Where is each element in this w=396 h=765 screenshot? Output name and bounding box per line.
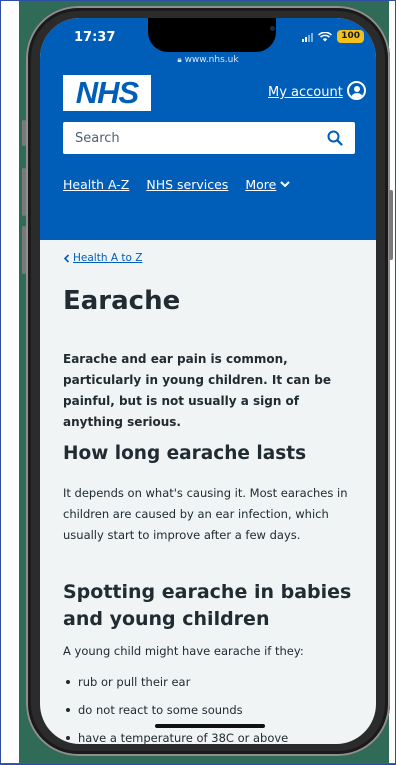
section-intro-spotting: A young child might have earache if they… [63, 644, 304, 658]
camera-dot [270, 26, 275, 31]
nhs-logo[interactable]: NHS [63, 75, 151, 111]
home-indicator[interactable] [155, 724, 265, 728]
lock-icon: 🔒︎ [177, 55, 182, 64]
section-heading-duration: How long earache lasts [63, 443, 307, 464]
breadcrumb-label: Health A to Z [73, 252, 143, 264]
nhs-header: 17:37 100 🔒︎ www.nhs.uk NHS My account S… [40, 18, 376, 240]
phone-screen: 17:37 100 🔒︎ www.nhs.uk NHS My account S… [40, 18, 376, 744]
nav-nhs-services[interactable]: NHS services [146, 177, 228, 192]
search-input[interactable] [63, 129, 317, 147]
camera-notch [148, 18, 276, 52]
lede-paragraph: Earache and ear pain is common, particul… [63, 352, 331, 429]
main-nav: Health A-Z NHS services More [63, 177, 291, 192]
left-margin [1, 1, 19, 763]
section-heading-spotting: Spotting earache in babies and young chi… [63, 581, 352, 630]
list-item: do not react to some sounds [63, 696, 288, 724]
page-title: Earache [63, 286, 181, 316]
chevron-left-icon [63, 253, 70, 263]
nav-more-label: More [245, 177, 277, 192]
search-button[interactable] [315, 122, 355, 154]
mute-switch [22, 120, 26, 146]
search-icon [327, 130, 343, 146]
chevron-down-icon [280, 181, 291, 188]
battery-indicator: 100 [337, 30, 364, 43]
status-icons: 100 [302, 30, 364, 43]
url-text: www.nhs.uk [184, 55, 239, 65]
symptom-list: rub or pull their ear do not react to so… [63, 668, 288, 744]
section-text-duration: It depends on what's causing it. Most ea… [63, 486, 348, 542]
breadcrumb[interactable]: Health A to Z [63, 252, 142, 264]
account-icon[interactable] [347, 81, 366, 100]
url-bar[interactable]: 🔒︎ www.nhs.uk [40, 55, 376, 65]
power-button [389, 190, 393, 260]
search-bar [63, 122, 355, 154]
volume-up-button [22, 168, 26, 216]
my-account-link[interactable]: My account [268, 85, 343, 100]
status-time: 17:37 [74, 30, 116, 45]
list-item: rub or pull their ear [63, 668, 288, 696]
signal-icon [302, 32, 314, 42]
wifi-icon [318, 31, 333, 41]
logo-text: NHS [75, 75, 139, 110]
nav-health-a-z[interactable]: Health A-Z [63, 177, 129, 192]
nav-more[interactable]: More [245, 177, 291, 192]
volume-down-button [22, 226, 26, 274]
